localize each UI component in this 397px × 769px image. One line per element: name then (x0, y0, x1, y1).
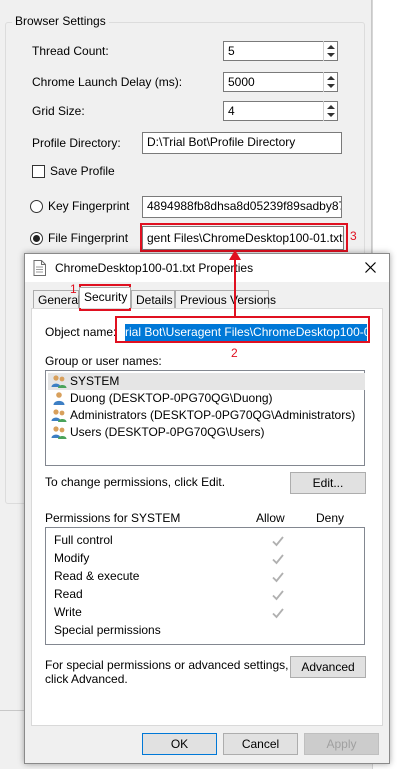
apply-button[interactable]: Apply (304, 733, 379, 755)
tab-details[interactable]: Details (131, 290, 175, 308)
group-title: Browser Settings (12, 14, 109, 28)
profile-directory-label: Profile Directory: (32, 136, 121, 150)
key-fingerprint-label: Key Fingerprint (48, 199, 130, 213)
file-fingerprint-label: File Fingerprint (48, 231, 129, 245)
advanced-button[interactable]: Advanced (290, 656, 366, 678)
annotation-number-2: 2 (231, 346, 238, 360)
user-icon (53, 392, 65, 405)
user-group-icon (51, 375, 67, 388)
annotation-number-3: 3 (350, 229, 357, 243)
user-list[interactable]: SYSTEM Duong (DESKTOP-0PG70QG\Duong) Adm… (45, 370, 365, 466)
chrome-launch-delay-spinner[interactable] (323, 72, 337, 92)
permission-name: Modify (54, 551, 90, 565)
group-or-user-names-label: Group or user names: (45, 354, 162, 368)
tab-security[interactable]: Security (79, 287, 131, 308)
click-advanced-text: click Advanced. (45, 672, 128, 686)
save-profile-checkbox[interactable] (32, 165, 45, 178)
object-name-label: Object name: (45, 325, 117, 339)
grid-size-spinner[interactable] (323, 101, 337, 121)
checkmark-icon (272, 572, 284, 583)
annotation-box-3 (140, 223, 348, 252)
change-permissions-text: To change permissions, click Edit. (45, 475, 226, 489)
list-item-system[interactable]: SYSTEM (48, 373, 365, 390)
special-permissions-text: For special permissions or advanced sett… (45, 658, 289, 672)
save-profile-label: Save Profile (50, 164, 115, 178)
checkmark-icon (272, 536, 284, 547)
cancel-button[interactable]: Cancel (223, 733, 298, 755)
permissions-list: Full control Modify Read & execute Read … (45, 527, 365, 645)
thread-count-spinner[interactable] (323, 41, 337, 61)
thread-count-label: Thread Count: (32, 44, 109, 58)
edit-button[interactable]: Edit... (290, 472, 366, 494)
chrome-launch-delay-input[interactable]: 5000 (223, 72, 338, 92)
annotation-arrow (229, 250, 241, 316)
permission-name: Special permissions (54, 623, 161, 637)
deny-column-header: Deny (316, 511, 345, 525)
key-fingerprint-radio[interactable] (30, 200, 43, 213)
close-icon[interactable] (365, 262, 376, 273)
chrome-launch-delay-label: Chrome Launch Delay (ms): (32, 75, 183, 89)
text-file-icon (33, 260, 46, 276)
ok-button[interactable]: OK (142, 733, 217, 755)
dialog-title: ChromeDesktop100-01.txt Properties (55, 261, 254, 275)
checkmark-icon (272, 590, 284, 601)
permission-name: Read (54, 587, 83, 601)
grid-size-label: Grid Size: (32, 104, 85, 118)
list-item-duong[interactable]: Duong (DESKTOP-0PG70QG\Duong) (48, 390, 365, 407)
thread-count-input[interactable]: 5 (223, 41, 338, 61)
permission-name: Write (54, 605, 82, 619)
grid-size-input[interactable]: 4 (223, 101, 338, 121)
annotation-number-1: 1 (70, 282, 77, 296)
security-tab-panel: Object name: rial Bot\Useragent Files\Ch… (31, 308, 383, 726)
permission-name: Read & execute (54, 569, 140, 583)
radio-selected-dot (33, 235, 40, 242)
permissions-for-label: Permissions for SYSTEM (45, 511, 181, 525)
user-group-icon (51, 426, 67, 439)
dialog-title-bar: ChromeDesktop100-01.txt Properties (25, 254, 389, 282)
checkmark-icon (272, 554, 284, 565)
file-fingerprint-radio[interactable] (30, 232, 43, 245)
annotation-box-2 (115, 316, 370, 343)
profile-directory-input[interactable]: D:\Trial Bot\Profile Directory (142, 132, 342, 154)
list-item-administrators[interactable]: Administrators (DESKTOP-0PG70QG\Administ… (48, 407, 365, 424)
user-group-icon (51, 409, 67, 422)
allow-column-header: Allow (256, 511, 285, 525)
key-fingerprint-input[interactable]: 4894988fb8dhsa8d05239f89sadby87 (142, 196, 342, 218)
checkmark-icon (272, 608, 284, 619)
list-item-users[interactable]: Users (DESKTOP-0PG70QG\Users) (48, 424, 365, 441)
permission-name: Full control (54, 533, 113, 547)
tab-previous-versions[interactable]: Previous Versions (175, 290, 276, 308)
